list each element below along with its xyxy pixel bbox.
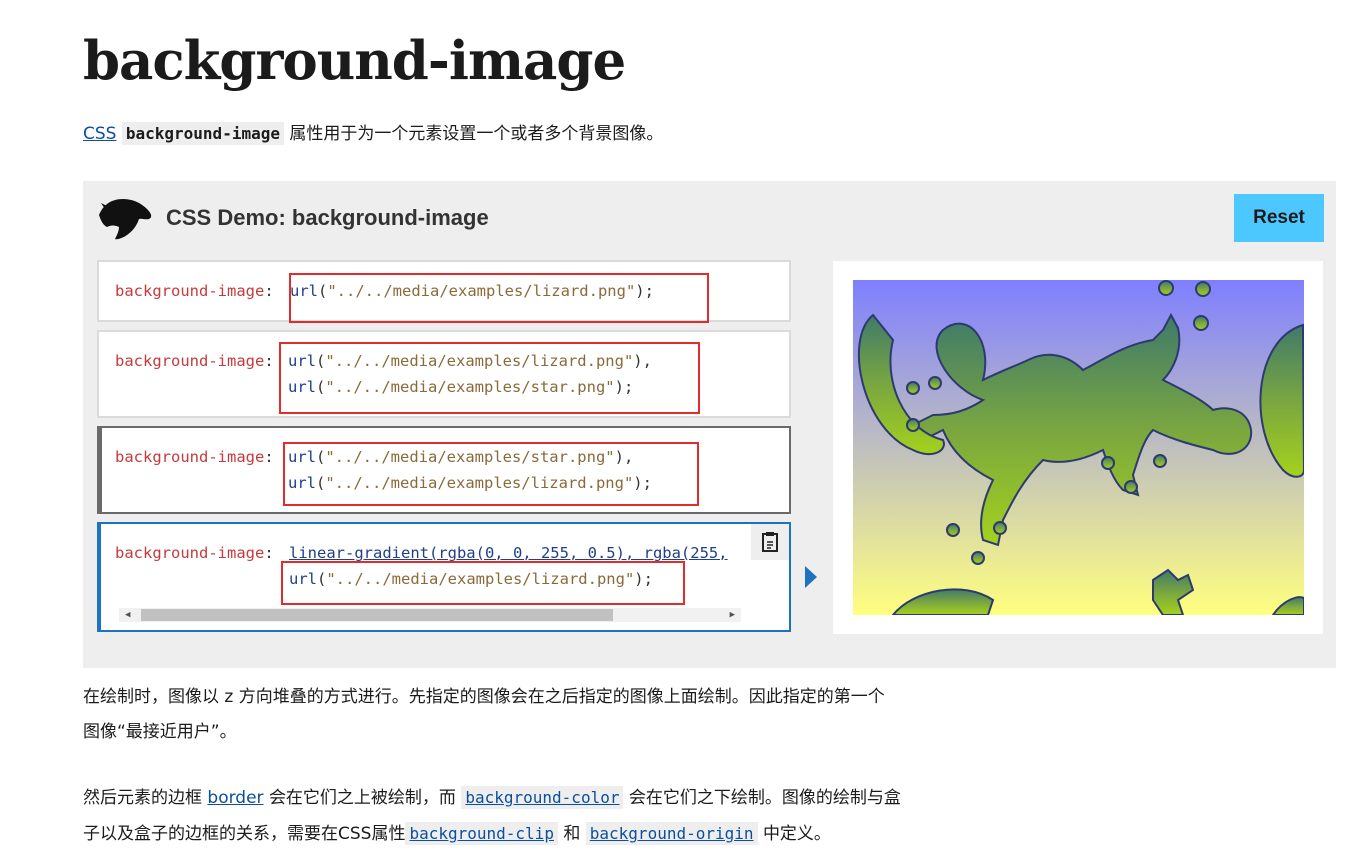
- paragraph-2: 然后元素的边框 border 会在它们之上被绘制，而 background-co…: [83, 780, 901, 852]
- background-image-code: background-image: [121, 122, 284, 145]
- paragraph-text: 会在它们之上被绘制，而: [268, 788, 456, 808]
- border-link[interactable]: border: [207, 788, 263, 808]
- scroll-right-icon[interactable]: ▶: [730, 610, 735, 620]
- scroll-left-icon[interactable]: ◀: [125, 610, 130, 620]
- interactive-demo: CSS Demo: background-image Reset backgro…: [83, 181, 1336, 668]
- paragraph-text: 图像“最接近用户”。: [83, 722, 237, 742]
- property-name: background-image:: [115, 544, 274, 562]
- paragraph-1: 在绘制时，图像以 z 方向堆叠的方式进行。先指定的图像会在之后指定的图像上面绘制…: [83, 680, 885, 750]
- example-choice-4[interactable]: background-image: linear-gradient(rgba(0…: [97, 522, 791, 632]
- code-line: linear-gradient(rgba(0, 0, 255, 0.5), rg…: [289, 544, 728, 562]
- property-name: background-image:: [115, 352, 274, 370]
- intro-paragraph: CSS background-image 属性用于为一个元素设置一个或者多个背景…: [83, 120, 663, 148]
- paragraph-text: 子以及盒子的边框的关系，需要在CSS属性: [83, 824, 406, 844]
- highlight-box: [281, 561, 685, 605]
- background-color-link[interactable]: background-color: [461, 786, 624, 809]
- css-link[interactable]: CSS: [83, 124, 116, 144]
- mdn-dino-logo-icon: [99, 199, 152, 240]
- paragraph-text: 中定义。: [762, 824, 831, 844]
- paragraph-text: 然后元素的边框: [83, 788, 202, 808]
- property-name: background-image:: [115, 448, 274, 466]
- output-panel: [833, 261, 1323, 634]
- highlight-box: [283, 442, 699, 506]
- highlight-box: [279, 342, 700, 414]
- reset-button[interactable]: Reset: [1234, 194, 1324, 242]
- demo-title: CSS Demo: background-image: [166, 205, 489, 230]
- horizontal-scrollbar[interactable]: ◀ ▶: [119, 608, 741, 622]
- scroll-thumb[interactable]: [141, 609, 613, 621]
- example-choice-3[interactable]: background-image: url("../../media/examp…: [97, 426, 791, 514]
- page-title: background-image: [83, 30, 626, 92]
- highlight-box: [289, 273, 709, 323]
- background-clip-link[interactable]: background-clip: [405, 822, 558, 845]
- lizard-image: [858, 280, 1304, 615]
- preview-box: [853, 280, 1304, 615]
- copy-clipboard-icon[interactable]: [751, 524, 789, 560]
- example-choice-2[interactable]: background-image: url("../../media/examp…: [97, 330, 791, 418]
- intro-text: 属性用于为一个元素设置一个或者多个背景图像。: [289, 124, 664, 144]
- example-choice-1[interactable]: background-image: url("../../media/examp…: [97, 260, 791, 323]
- background-origin-link[interactable]: background-origin: [585, 822, 758, 845]
- paragraph-text: 和: [563, 824, 581, 844]
- property-name: background-image:: [115, 282, 274, 300]
- paragraph-text: 会在它们之下绘制。图像的绘制与盒: [628, 788, 901, 808]
- play-arrow-icon: [805, 566, 817, 588]
- paragraph-text: 在绘制时，图像以 z 方向堆叠的方式进行。先指定的图像会在之后指定的图像上面绘制…: [83, 687, 885, 707]
